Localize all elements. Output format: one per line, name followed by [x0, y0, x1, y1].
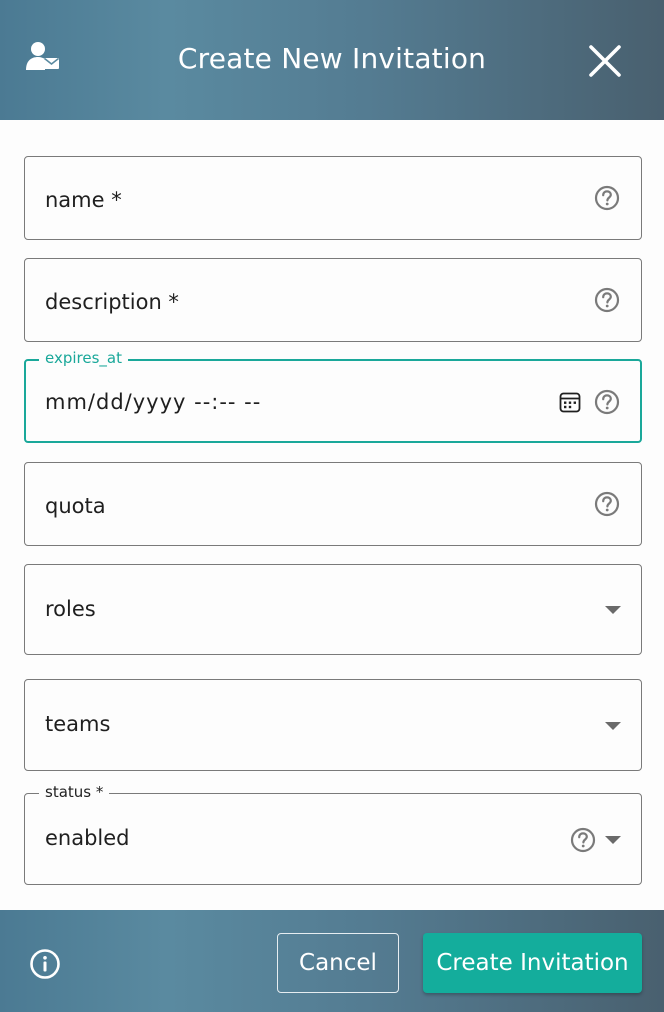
expires-at-field[interactable]: expires_at mm/dd/yyyy --:-- --	[24, 349, 642, 443]
description-label: description *	[45, 290, 179, 314]
help-circle-icon[interactable]	[594, 389, 620, 415]
calendar-icon[interactable]	[558, 390, 582, 414]
caret-down-icon[interactable]	[605, 605, 621, 615]
dialog-footer: Cancel Create Invitation	[0, 910, 664, 1012]
dialog-header: Create New Invitation	[0, 0, 664, 120]
help-circle-icon[interactable]	[570, 827, 596, 853]
dialog-title: Create New Invitation	[177, 42, 487, 75]
create-invitation-button[interactable]: Create Invitation	[423, 933, 642, 993]
expires-at-legend: expires_at	[39, 349, 128, 367]
teams-select[interactable]: teams	[24, 679, 642, 771]
status-value: enabled	[45, 826, 130, 850]
teams-label: teams	[45, 712, 111, 736]
expires-at-input[interactable]: mm/dd/yyyy --:-- --	[45, 390, 261, 414]
quota-label: quota	[45, 494, 106, 518]
name-label: name *	[45, 188, 122, 212]
caret-down-icon[interactable]	[605, 835, 621, 845]
name-field[interactable]: name *	[24, 156, 642, 240]
roles-label: roles	[45, 597, 96, 621]
quota-field[interactable]: quota	[24, 462, 642, 546]
dialog-body: name * description * expires_at mm/dd/yy…	[0, 120, 664, 910]
status-legend: status *	[39, 783, 110, 801]
caret-down-icon[interactable]	[605, 721, 621, 731]
close-icon[interactable]	[586, 42, 624, 80]
help-circle-icon[interactable]	[594, 491, 620, 517]
description-field[interactable]: description *	[24, 258, 642, 342]
help-circle-icon[interactable]	[594, 287, 620, 313]
status-select[interactable]: status * enabled	[24, 783, 642, 885]
help-circle-icon[interactable]	[594, 185, 620, 211]
info-icon[interactable]	[29, 948, 61, 980]
roles-select[interactable]: roles	[24, 564, 642, 655]
cancel-button[interactable]: Cancel	[277, 933, 399, 993]
